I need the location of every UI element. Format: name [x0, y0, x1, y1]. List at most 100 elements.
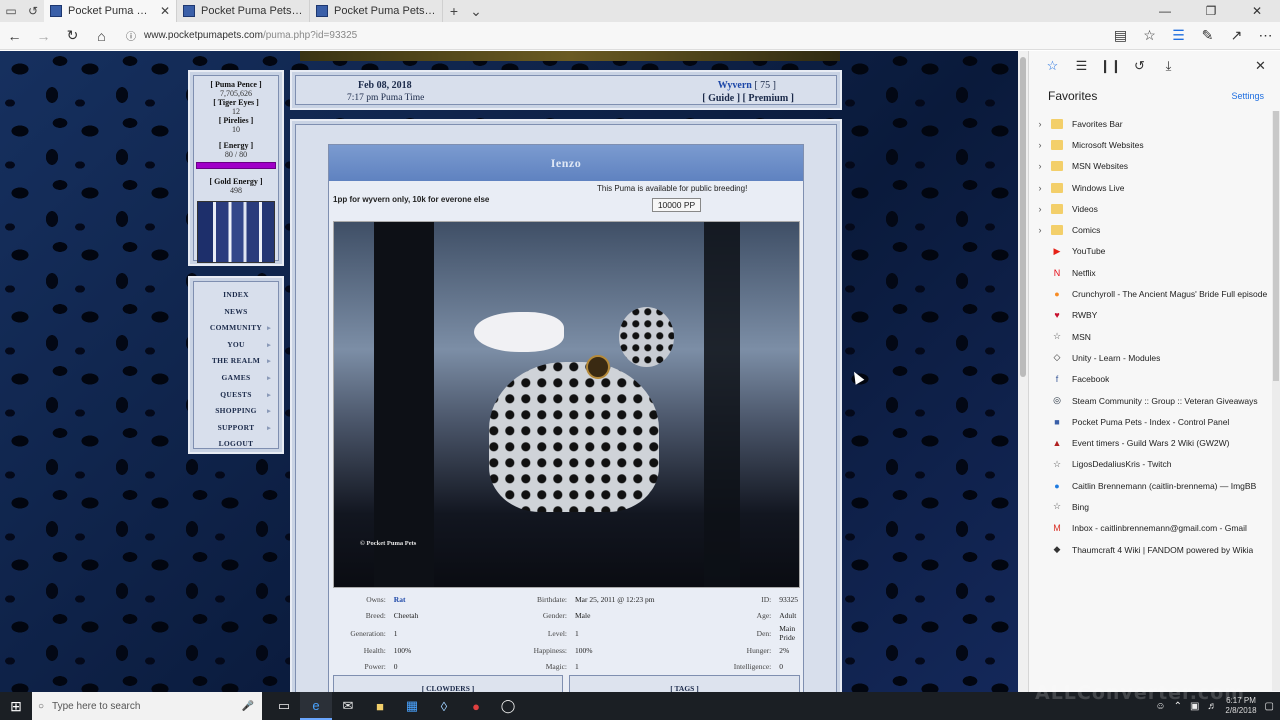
- favorites-item[interactable]: ◇ Unity - Learn - Modules: [1029, 347, 1280, 368]
- tab-forum[interactable]: Pocket Puma Pets - Forum: [310, 0, 443, 22]
- nav-link-index[interactable]: INDEX: [193, 287, 279, 304]
- close-hub-icon[interactable]: ✕: [1251, 57, 1270, 76]
- chevron-right-icon[interactable]: ›: [1029, 204, 1051, 214]
- minimize-icon[interactable]: —: [1142, 0, 1188, 22]
- breeding-price-button[interactable]: 10000 PP: [652, 198, 701, 212]
- gw2-icon: ▲: [1052, 438, 1062, 449]
- nav-link-logout[interactable]: LOGOUT: [193, 436, 279, 453]
- site-info-icon[interactable]: ⓘ: [126, 28, 136, 43]
- favorites-item[interactable]: ▶ YouTube: [1029, 241, 1280, 262]
- back-icon[interactable]: ←: [0, 22, 29, 50]
- favorites-item[interactable]: ☆ LigosDedaliusKris - Twitch: [1029, 454, 1280, 475]
- favorite-label: YouTube: [1072, 246, 1106, 257]
- favorites-item[interactable]: ◎ Steam Community :: Group :: Veteran Giv…: [1029, 390, 1280, 411]
- gaming-app-icon[interactable]: ●: [460, 692, 492, 720]
- edge-icon[interactable]: e: [300, 692, 332, 720]
- taskbar-search[interactable]: ○ Type here to search 🎤: [32, 692, 262, 720]
- favorites-item[interactable]: ■ Pocket Puma Pets - Index - Control Pane…: [1029, 411, 1280, 432]
- guide-link[interactable]: [ Guide ]: [702, 93, 740, 104]
- tab-index[interactable]: Pocket Puma Pets - Index /: [177, 0, 310, 22]
- restore-icon[interactable]: ❐: [1188, 0, 1234, 22]
- add-favorite-star-icon[interactable]: ☆: [1135, 27, 1164, 44]
- favorites-folder[interactable]: › MSN Websites: [1029, 156, 1280, 177]
- favorites-item[interactable]: ● Crunchyroll - The Ancient Magus' Bride …: [1029, 283, 1280, 304]
- favorites-folder[interactable]: › Windows Live: [1029, 177, 1280, 198]
- close-tab-icon[interactable]: ✕: [160, 4, 170, 18]
- favorites-item[interactable]: M Inbox - caitlinbrennemann@gmail.com - G…: [1029, 518, 1280, 539]
- top-info-panel: Feb 08, 2018 7:17 pm Puma Time Wyvern [ …: [290, 70, 842, 110]
- nav-link-news[interactable]: NEWS: [193, 304, 279, 321]
- hub-scrollbar[interactable]: [1272, 111, 1280, 691]
- close-window-icon[interactable]: ✕: [1234, 0, 1280, 22]
- file-explorer-icon[interactable]: ■: [364, 692, 396, 720]
- nav-link-you[interactable]: YOU: [193, 337, 279, 354]
- favorites-folder[interactable]: › Microsoft Websites: [1029, 134, 1280, 155]
- refresh-icon[interactable]: ↻: [58, 22, 87, 50]
- web-note-icon[interactable]: ✎: [1193, 27, 1222, 44]
- set-aside-tabs-icon[interactable]: ↺: [22, 0, 44, 22]
- favorites-item[interactable]: f Facebook: [1029, 369, 1280, 390]
- chevron-right-icon[interactable]: ›: [1029, 161, 1051, 171]
- favorites-folder[interactable]: › Videos: [1029, 198, 1280, 219]
- favorites-star-icon[interactable]: ☆: [1043, 57, 1062, 76]
- tags-heading: [ TAGS ]: [670, 684, 699, 692]
- nav-link-support[interactable]: SUPPORT: [193, 420, 279, 437]
- premium-link[interactable]: [ Premium ]: [743, 93, 794, 104]
- favorites-item[interactable]: ♥ RWBY: [1029, 305, 1280, 326]
- stat-label: Happiness:: [533, 645, 568, 655]
- favorites-item[interactable]: ◆ Thaumcraft 4 Wiki | FANDOM powered by W…: [1029, 539, 1280, 560]
- new-tab-icon[interactable]: +: [443, 0, 465, 22]
- chevron-right-icon[interactable]: ›: [1029, 140, 1051, 150]
- task-view-icon[interactable]: ▭: [268, 692, 300, 720]
- hub-settings-link[interactable]: Settings: [1231, 91, 1264, 101]
- tab-ienzo[interactable]: Pocket Puma Pets - Ienz ✕: [44, 0, 177, 22]
- favorites-item[interactable]: ☆ Bing: [1029, 496, 1280, 517]
- favorites-item[interactable]: ☆ MSN: [1029, 326, 1280, 347]
- nav-link-quests[interactable]: QUESTS: [193, 387, 279, 404]
- scrollbar-thumb[interactable]: [1020, 57, 1026, 377]
- username-link[interactable]: Wyvern: [718, 80, 752, 91]
- favorites-item[interactable]: N Netflix: [1029, 262, 1280, 283]
- reading-list-icon[interactable]: ☰: [1072, 57, 1091, 76]
- chevron-right-icon[interactable]: ›: [1029, 183, 1051, 193]
- steam-icon[interactable]: ◯: [492, 692, 524, 720]
- nav-link-games[interactable]: GAMES: [193, 370, 279, 387]
- pet-stats-row: Owns: Rat Birthdate: Mar 25, 2011 @ 12:23 p…: [333, 591, 800, 608]
- chevron-down-icon[interactable]: ⌄: [465, 0, 487, 22]
- address-bar[interactable]: ⓘ www.pocketpumapets.com/puma.php?id=933…: [120, 25, 1100, 47]
- mail-icon[interactable]: ✉: [332, 692, 364, 720]
- owner-link[interactable]: Rat: [392, 591, 482, 608]
- favorite-label: RWBY: [1072, 310, 1098, 321]
- hub-icon[interactable]: ☰: [1164, 27, 1193, 44]
- page-scrollbar[interactable]: [1018, 51, 1028, 692]
- store-icon[interactable]: ▦: [396, 692, 428, 720]
- favorites-folder[interactable]: › Favorites Bar: [1029, 113, 1280, 134]
- favorites-item[interactable]: ● Caitlin Brennemann (caitlin-brennema) —…: [1029, 475, 1280, 496]
- action-center-icon[interactable]: ▢: [1265, 701, 1274, 712]
- scrollbar-thumb[interactable]: [1273, 111, 1279, 381]
- favorites-item[interactable]: ▲ Event timers - Guild Wars 2 Wiki (GW2W): [1029, 432, 1280, 453]
- home-icon[interactable]: ⌂: [87, 22, 116, 50]
- chevron-right-icon[interactable]: ›: [1029, 119, 1051, 129]
- user-avatar[interactable]: [197, 201, 275, 263]
- app-icon[interactable]: ◊: [428, 692, 460, 720]
- nav-link-shopping[interactable]: SHOPPING: [193, 403, 279, 420]
- forward-icon[interactable]: →: [29, 22, 58, 50]
- share-icon[interactable]: ↗: [1222, 27, 1251, 44]
- more-icon[interactable]: ⋯: [1251, 27, 1280, 44]
- downloads-icon[interactable]: ⤓: [1159, 57, 1178, 76]
- history-icon[interactable]: ↺: [1130, 57, 1149, 76]
- nav-link-community[interactable]: COMMUNITY: [193, 320, 279, 337]
- books-icon[interactable]: ❙❙: [1100, 57, 1122, 76]
- tab-preview-icon[interactable]: ▭: [0, 0, 22, 22]
- pet-card: Ienzo 1pp for wyvern only, 10k for evero…: [328, 144, 804, 692]
- tree-trunk: [374, 222, 434, 587]
- windows-start-icon[interactable]: ⊞: [0, 698, 32, 715]
- reading-view-icon[interactable]: ▤: [1106, 27, 1135, 44]
- nav-link-the-realm[interactable]: THE REALM: [193, 353, 279, 370]
- gmail-icon: M: [1053, 523, 1061, 534]
- microphone-icon[interactable]: 🎤: [242, 701, 254, 712]
- chevron-right-icon[interactable]: ›: [1029, 225, 1051, 235]
- favorites-folder[interactable]: › Comics: [1029, 219, 1280, 240]
- top-links: [ Guide ] [ Premium ]: [702, 93, 794, 104]
